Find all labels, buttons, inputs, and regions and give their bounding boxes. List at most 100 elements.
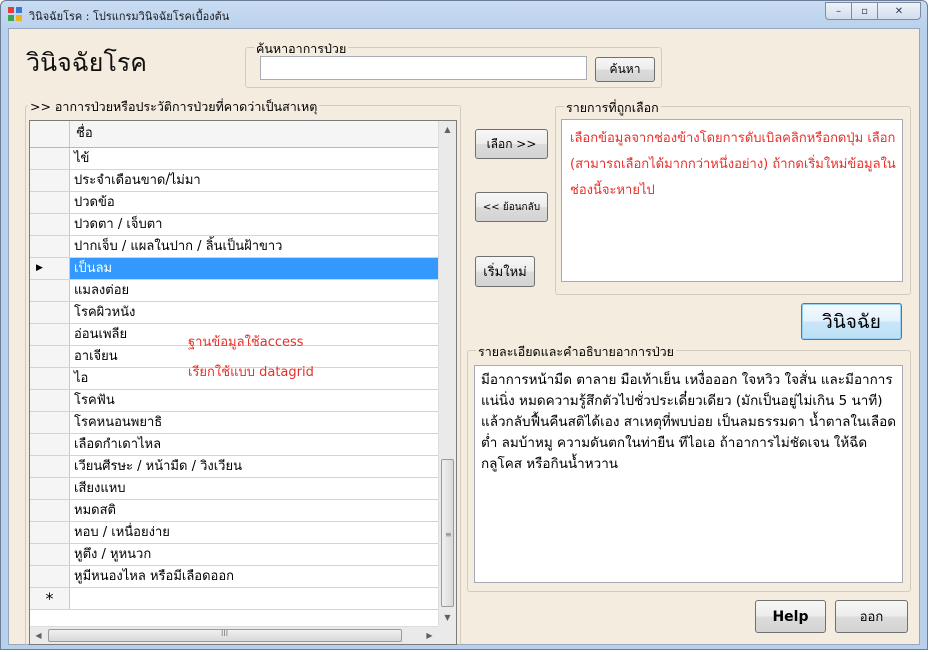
vertical-scroll-thumb[interactable]: ≡: [441, 459, 454, 607]
search-input[interactable]: [260, 56, 587, 80]
symptom-cell[interactable]: ไข้: [70, 148, 438, 169]
row-header[interactable]: [30, 566, 70, 587]
symptom-cell[interactable]: หูตึง / หูหนวก: [70, 544, 438, 565]
symptom-cell[interactable]: เวียนศีรษะ / หน้ามืด / วิงเวียน: [70, 456, 438, 477]
app-icon: [8, 7, 22, 21]
row-header[interactable]: [30, 302, 70, 323]
row-header[interactable]: [30, 346, 70, 367]
row-header[interactable]: [30, 236, 70, 257]
row-header[interactable]: [30, 390, 70, 411]
reset-button[interactable]: เริ่มใหม่: [475, 256, 535, 287]
table-row[interactable]: หูมีหนองไหล หรือมีเลือดออก: [30, 566, 438, 588]
row-header[interactable]: [30, 192, 70, 213]
close-icon: ✕: [894, 5, 904, 17]
new-row-cell[interactable]: [70, 588, 438, 609]
exit-button[interactable]: ออก: [835, 600, 908, 633]
datagrid-annotation: เรียกใช้แบบ datagrid: [188, 365, 314, 380]
symptoms-group-label: >> อาการป่วยหรือประวัติการป่วยที่คาดว่าเ…: [28, 97, 320, 117]
symptom-cell[interactable]: โรคผิวหนัง: [70, 302, 438, 323]
grid-header: ชื่อ: [30, 121, 438, 148]
scroll-left-icon[interactable]: ◀: [30, 627, 47, 644]
search-button[interactable]: ค้นหา: [595, 57, 655, 82]
scroll-corner: [438, 626, 456, 644]
minimize-icon: –: [836, 5, 841, 17]
details-group-label: รายละเอียดและคำอธิบายอาการป่วย: [476, 342, 676, 362]
symptom-cell[interactable]: โรคหนอนพยาธิ: [70, 412, 438, 433]
scroll-down-icon[interactable]: ▼: [439, 609, 456, 626]
symptom-cell[interactable]: ปวดตา / เจ็บตา: [70, 214, 438, 235]
row-header[interactable]: [30, 544, 70, 565]
table-row[interactable]: ปวดตา / เจ็บตา: [30, 214, 438, 236]
symptom-cell[interactable]: โรคฟัน: [70, 390, 438, 411]
client-area: วินิจฉัยโรค ค้นหาอาการป่วย ค้นหา >> อากา…: [8, 28, 920, 646]
symptom-cell[interactable]: ปากเจ็บ / แผลในปาก / ลิ้นเป็นฝ้าขาว: [70, 236, 438, 257]
table-row[interactable]: โรคหนอนพยาธิ: [30, 412, 438, 434]
row-header-corner: [30, 121, 70, 147]
table-row[interactable]: ปากเจ็บ / แผลในปาก / ลิ้นเป็นฝ้าขาว: [30, 236, 438, 258]
symptom-cell[interactable]: ประจำเดือนขาด/ไม่มา: [70, 170, 438, 191]
table-row[interactable]: โรคฟัน: [30, 390, 438, 412]
table-row[interactable]: เลือดกำเดาไหล: [30, 434, 438, 456]
table-row[interactable]: เวียนศีรษะ / หน้ามืด / วิงเวียน: [30, 456, 438, 478]
table-row[interactable]: โรคผิวหนัง: [30, 302, 438, 324]
scroll-up-icon[interactable]: ▲: [439, 121, 456, 138]
horizontal-scrollbar[interactable]: ◀ III ▶: [30, 626, 438, 644]
new-row[interactable]: *: [30, 588, 438, 610]
symptom-cell[interactable]: ปวดข้อ: [70, 192, 438, 213]
table-row[interactable]: หูตึง / หูหนวก: [30, 544, 438, 566]
symptom-cell[interactable]: หมดสติ: [70, 500, 438, 521]
maximize-button[interactable]: ▫: [851, 2, 878, 20]
grip-icon: ≡: [445, 530, 452, 539]
symptoms-datagrid[interactable]: ชื่อ ไข้ ประจำเดือนขาด/ไม่มา ปวดข้อ ปวดตา /…: [29, 120, 457, 645]
table-row[interactable]: ไข้: [30, 148, 438, 170]
help-button[interactable]: Help: [755, 600, 826, 633]
symptom-cell[interactable]: แมลงต่อย: [70, 280, 438, 301]
row-header[interactable]: [30, 368, 70, 389]
symptom-cell[interactable]: หอบ / เหนื่อยง่าย: [70, 522, 438, 543]
table-row[interactable]: เสียงแหบ: [30, 478, 438, 500]
new-row-icon: *: [30, 588, 70, 609]
select-button[interactable]: เลือก >>: [475, 129, 548, 159]
database-annotation: ฐานข้อมูลใช้access: [188, 335, 304, 350]
selected-items-list[interactable]: เลือกข้อมูลจากช่องข้างโดยการดับเบิลคลิกห…: [561, 119, 903, 282]
symptom-cell[interactable]: หูมีหนองไหล หรือมีเลือดออก: [70, 566, 438, 587]
row-header[interactable]: [30, 170, 70, 191]
symptom-cell[interactable]: เลือดกำเดาไหล: [70, 434, 438, 455]
column-header-name[interactable]: ชื่อ: [70, 121, 438, 147]
scroll-right-icon[interactable]: ▶: [421, 627, 438, 644]
grip-icon: III: [221, 629, 229, 638]
row-header[interactable]: [30, 412, 70, 433]
close-button[interactable]: ✕: [877, 2, 921, 20]
table-row[interactable]: หมดสติ: [30, 500, 438, 522]
table-row[interactable]: ▶ เป็นลม: [30, 258, 438, 280]
table-row[interactable]: ประจำเดือนขาด/ไม่มา: [30, 170, 438, 192]
horizontal-scroll-thumb[interactable]: III: [48, 629, 402, 642]
row-header[interactable]: [30, 500, 70, 521]
row-header[interactable]: [30, 324, 70, 345]
table-row[interactable]: แมลงต่อย: [30, 280, 438, 302]
current-row-icon: ▶: [36, 263, 43, 273]
page-title: วินิจฉัยโรค: [26, 48, 148, 77]
row-header[interactable]: [30, 522, 70, 543]
selected-items-label: รายการที่ถูกเลือก: [564, 98, 661, 118]
table-row[interactable]: ปวดข้อ: [30, 192, 438, 214]
row-header[interactable]: [30, 214, 70, 235]
row-header[interactable]: [30, 478, 70, 499]
back-button[interactable]: << ย้อนกลับ: [475, 192, 548, 222]
symptom-cell[interactable]: เสียงแหบ: [70, 478, 438, 499]
row-header[interactable]: [30, 148, 70, 169]
row-header[interactable]: ▶: [30, 258, 70, 279]
row-header[interactable]: [30, 434, 70, 455]
maximize-icon: ▫: [861, 5, 868, 17]
symptom-cell[interactable]: เป็นลม: [70, 258, 438, 279]
title-bar[interactable]: วินิจฉัยโรค : โปรแกรมวินิจฉัยโรคเบื้องต้…: [1, 1, 927, 27]
app-window: วินิจฉัยโรค : โปรแกรมวินิจฉัยโรคเบื้องต้…: [0, 0, 928, 650]
vertical-scrollbar[interactable]: ▲ ≡ ▼: [438, 121, 456, 626]
selected-items-hint: เลือกข้อมูลจากช่องข้างโดยการดับเบิลคลิกห…: [570, 131, 896, 198]
diagnose-button[interactable]: วินิจฉัย: [801, 303, 902, 340]
row-header[interactable]: [30, 280, 70, 301]
minimize-button[interactable]: –: [825, 2, 852, 20]
details-text: มีอาการหน้ามืด ตาลาย มือเท้าเย็น เหงื่ออ…: [474, 365, 903, 583]
table-row[interactable]: หอบ / เหนื่อยง่าย: [30, 522, 438, 544]
row-header[interactable]: [30, 456, 70, 477]
